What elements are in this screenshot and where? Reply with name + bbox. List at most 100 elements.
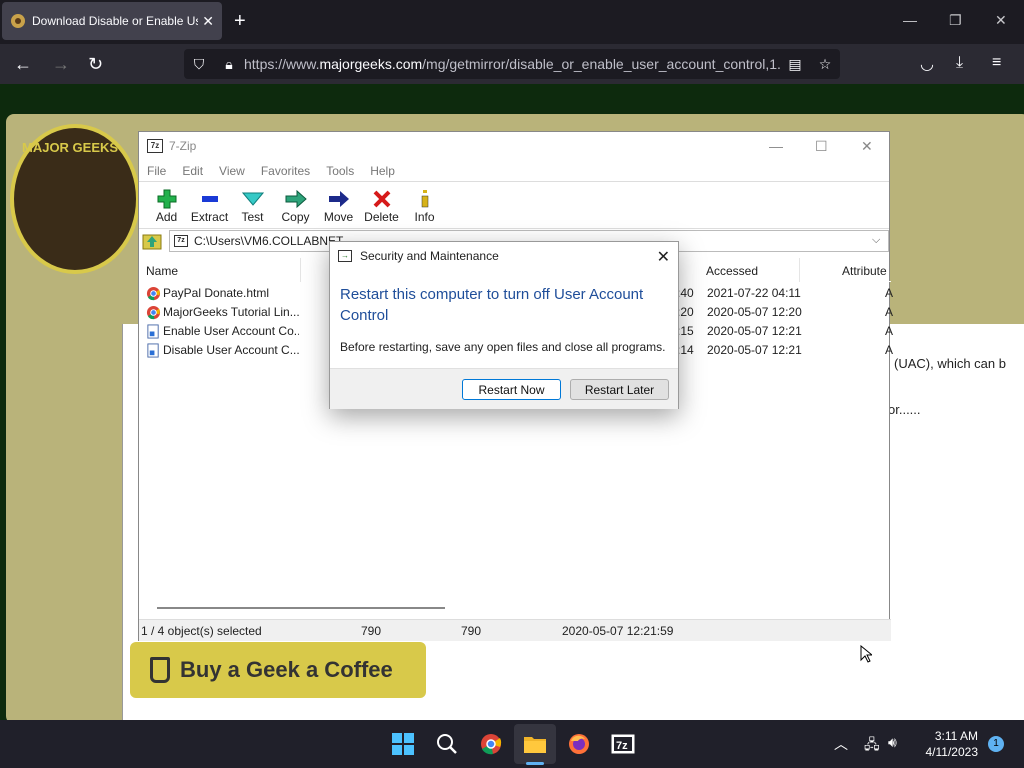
firefox-icon[interactable] <box>567 732 591 756</box>
network-icon[interactable]: 🖧︎ <box>864 734 880 758</box>
move-button[interactable]: Move <box>317 188 360 224</box>
menu-favorites[interactable]: Favorites <box>261 164 310 178</box>
restart-later-button[interactable]: Restart Later <box>570 379 669 400</box>
menu-help[interactable]: Help <box>370 164 395 178</box>
windows-start-icon[interactable] <box>391 732 415 756</box>
7zip-menubar: File Edit View Favorites Tools Help <box>139 160 889 182</box>
dialog-title: Security and Maintenance <box>360 249 499 263</box>
browser-tab[interactable]: Download Disable or Enable User Account … <box>2 2 222 40</box>
file-explorer-icon[interactable] <box>523 732 547 756</box>
7zip-statusbar: 1 / 4 object(s) selected 790 790 2020-05… <box>139 619 891 641</box>
address-bar[interactable]: ⛉ 🔒︎ https://www.majorgeeks.com/mg/getmi… <box>184 49 840 79</box>
reg-file-icon <box>147 324 159 339</box>
delete-button[interactable]: Delete <box>360 188 403 224</box>
tab-title: Download Disable or Enable User Account … <box>32 14 198 28</box>
add-icon <box>157 188 177 210</box>
notification-badge[interactable]: 1 <box>988 736 1004 752</box>
7zip-close-icon[interactable]: ✕ <box>861 138 873 155</box>
7zip-toolbar: Add Extract Test Copy Move Delete Info <box>139 182 889 228</box>
close-window-icon[interactable]: ✕ <box>995 12 1007 29</box>
volume-icon[interactable]: 🔊︎ <box>888 734 897 751</box>
close-tab-icon[interactable]: ✕ <box>202 13 214 30</box>
extract-icon <box>200 188 220 210</box>
chrome-html-icon <box>146 305 161 320</box>
buy-coffee-button[interactable]: Buy a Geek a Coffee <box>130 642 426 698</box>
7zip-title: 7-Zip <box>169 139 197 153</box>
7zip-logo-icon: 7z <box>147 139 163 153</box>
move-icon <box>328 188 350 210</box>
delete-icon <box>372 188 392 210</box>
back-icon[interactable]: ← <box>14 54 32 74</box>
menu-edit[interactable]: Edit <box>182 164 203 178</box>
lock-icon[interactable]: 🔒︎ <box>214 56 244 73</box>
column-divider[interactable] <box>799 258 800 282</box>
search-icon[interactable] <box>435 732 459 756</box>
pocket-icon[interactable]: ◡ <box>920 54 934 74</box>
reader-view-icon[interactable]: ▤ <box>780 56 810 73</box>
mouse-cursor-icon <box>860 645 872 663</box>
dialog-close-icon[interactable]: ✕ <box>657 247 670 267</box>
info-button[interactable]: Info <box>403 188 446 224</box>
info-icon <box>418 188 432 210</box>
extract-button[interactable]: Extract <box>188 188 231 224</box>
page-text-snippet: (UAC), which can b <box>894 356 1006 371</box>
restore-window-icon[interactable]: ❐ <box>949 12 962 29</box>
copy-icon <box>285 188 307 210</box>
test-button[interactable]: Test <box>231 188 274 224</box>
buy-coffee-label: Buy a Geek a Coffee <box>180 657 393 682</box>
column-divider[interactable] <box>300 258 301 282</box>
7zip-taskbar-icon[interactable]: 7z <box>611 732 635 756</box>
chevron-down-icon[interactable]: ⌵ <box>872 234 888 247</box>
browser-navbar: ← → ↻ ⛉ 🔒︎ https://www.majorgeeks.com/mg… <box>0 44 1024 84</box>
coffee-cup-icon <box>150 657 170 683</box>
menu-icon[interactable]: ≡ <box>992 54 1001 72</box>
dialog-footer: Restart Now Restart Later <box>330 368 678 409</box>
majorgeeks-logo: MAJOR GEEKS <box>10 124 140 274</box>
7zip-maximize-icon[interactable]: ☐ <box>815 138 828 155</box>
menu-view[interactable]: View <box>219 164 245 178</box>
clock-date: 4/11/2023 <box>925 745 979 759</box>
taskbar: 7z ︿ 🖧︎ 🔊︎ 3:11 AM 4/11/2023 1 <box>0 720 1024 768</box>
taskbar-clock[interactable]: 3:11 AM 4/11/2023 <box>914 728 979 760</box>
restart-now-button[interactable]: Restart Now <box>462 379 561 400</box>
7zip-minimize-icon[interactable]: — <box>769 138 783 154</box>
chevron-up-icon[interactable]: ︿ <box>834 734 848 754</box>
add-button[interactable]: Add <box>145 188 188 224</box>
url-text[interactable]: https://www.majorgeeks.com/mg/getmirror/… <box>244 56 780 72</box>
new-tab-icon[interactable]: + <box>234 11 246 31</box>
dialog-body: Before restarting, save any open files a… <box>340 340 666 354</box>
test-icon <box>241 188 264 210</box>
dialog-titlebar[interactable]: → Security and Maintenance <box>330 242 678 270</box>
copy-button[interactable]: Copy <box>274 188 317 224</box>
horizontal-scrollbar[interactable] <box>157 607 445 609</box>
status-packed: 790 <box>461 624 482 638</box>
page-text-snippet: or...... <box>888 402 921 417</box>
downloads-icon[interactable]: ⤓ <box>956 54 963 72</box>
reg-file-icon <box>147 343 159 358</box>
column-attributes[interactable]: Attribute <box>842 264 887 278</box>
clock-time: 3:11 AM <box>934 729 978 743</box>
chrome-html-icon <box>146 286 161 301</box>
menu-tools[interactable]: Tools <box>326 164 354 178</box>
status-selected: 1 / 4 object(s) selected <box>141 624 262 638</box>
browser-tabbar: Download Disable or Enable User Account … <box>0 0 1024 44</box>
7zip-path-icon: 7z <box>174 234 188 247</box>
taskbar-active-indicator <box>526 762 544 765</box>
svg-text:7z: 7z <box>616 740 628 752</box>
status-modified: 2020-05-07 12:21:59 <box>562 624 674 638</box>
menu-file[interactable]: File <box>147 164 166 178</box>
minimize-window-icon[interactable]: — <box>903 12 917 28</box>
shield-icon[interactable]: ⛉ <box>184 56 214 73</box>
dialog-heading: Restart this computer to turn off User A… <box>340 286 644 324</box>
reload-icon[interactable]: ↻ <box>88 54 103 74</box>
folder-up-icon[interactable] <box>141 230 163 252</box>
forward-icon[interactable]: → <box>52 54 70 74</box>
majorgeeks-favicon-icon <box>11 14 25 28</box>
status-size: 790 <box>361 624 382 638</box>
column-name[interactable]: Name <box>146 264 178 278</box>
column-accessed[interactable]: Accessed <box>706 264 758 278</box>
bookmark-star-icon[interactable]: ☆ <box>810 56 840 73</box>
security-dialog: → Security and Maintenance ✕ Restart thi… <box>329 241 679 409</box>
security-maintenance-icon: → <box>338 250 352 262</box>
chrome-icon[interactable] <box>479 732 503 756</box>
